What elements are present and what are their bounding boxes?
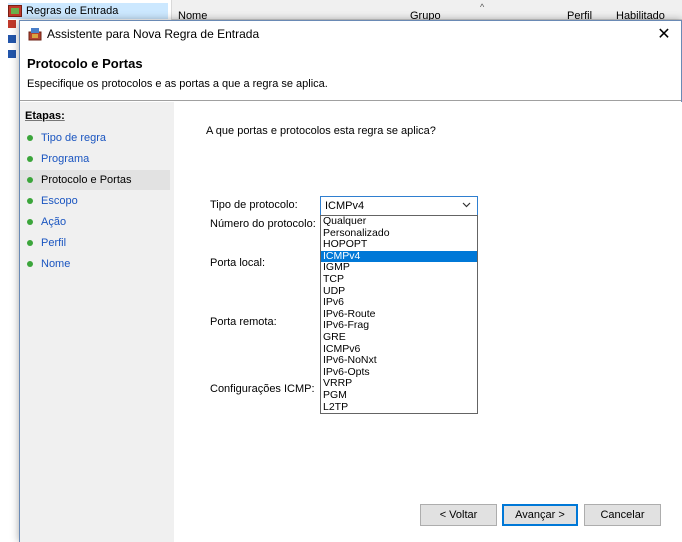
- protocol-option[interactable]: L2TP: [321, 401, 477, 414]
- step-name[interactable]: Nome: [20, 254, 170, 274]
- content-pane: A que portas e protocolos esta regra se …: [174, 102, 682, 542]
- protocol-option[interactable]: GRE: [321, 331, 477, 344]
- step-protocol-ports[interactable]: Protocolo e Portas: [20, 170, 170, 190]
- page-title: Protocolo e Portas: [27, 56, 143, 71]
- protocol-option[interactable]: IGMP: [321, 262, 477, 274]
- page-subtitle: Especifique os protocolos e as portas a …: [27, 78, 328, 90]
- step-label: Nome: [41, 258, 71, 270]
- firewall-rule-icon: [8, 5, 22, 17]
- protocol-dropdown-list[interactable]: Qualquer Personalizado HOPOPT ICMPv4 IGM…: [320, 215, 478, 414]
- page-header: Protocolo e Portas Especifique os protoc…: [20, 47, 681, 101]
- step-scope[interactable]: Escopo: [20, 191, 170, 211]
- step-profile[interactable]: Perfil: [20, 233, 170, 253]
- protocol-type-value: ICMPv4: [325, 200, 365, 212]
- protocol-option[interactable]: PGM: [321, 389, 477, 402]
- step-status-icon: [27, 240, 33, 246]
- firewall-wizard-icon: [28, 28, 42, 41]
- icmp-settings-label: Configurações ICMP:: [210, 383, 315, 395]
- step-label: Programa: [41, 153, 90, 165]
- close-button[interactable]: ✕: [647, 21, 681, 47]
- title-bar: Assistente para Nova Regra de Entrada ✕: [20, 21, 681, 47]
- protocol-option[interactable]: UDP: [321, 285, 477, 298]
- question-text: A que portas e protocolos esta regra se …: [206, 125, 436, 137]
- step-label: Ação: [41, 216, 67, 228]
- step-label: Perfil: [41, 237, 67, 249]
- cancel-button[interactable]: Cancelar: [584, 504, 661, 526]
- tree-side-icons: [8, 20, 18, 70]
- step-program[interactable]: Programa: [20, 149, 170, 169]
- step-rule-type[interactable]: Tipo de regra: [20, 128, 170, 148]
- protocol-number-label: Número do protocolo:: [210, 218, 316, 230]
- step-action[interactable]: Ação: [20, 212, 170, 232]
- protocol-option[interactable]: IPv6: [321, 297, 477, 309]
- step-label: Protocolo e Portas: [41, 174, 132, 186]
- step-label: Tipo de regra: [41, 132, 107, 144]
- step-status-icon: [27, 198, 33, 204]
- tree-item-label: Regras de Entrada: [26, 5, 119, 17]
- dialog-title: Assistente para Nova Regra de Entrada: [47, 27, 260, 41]
- step-label: Escopo: [41, 195, 78, 207]
- back-button[interactable]: < Voltar: [420, 504, 497, 526]
- remote-port-label: Porta remota:: [210, 316, 277, 328]
- step-status-icon: [27, 261, 33, 267]
- protocol-option[interactable]: Qualquer: [321, 215, 477, 228]
- steps-title: Etapas:: [25, 110, 65, 122]
- new-inbound-rule-wizard: Assistente para Nova Regra de Entrada ✕ …: [19, 20, 682, 542]
- protocol-option[interactable]: TCP: [321, 273, 477, 286]
- sort-arrow-icon: ^: [480, 2, 485, 12]
- protocol-type-label: Tipo de protocolo:: [210, 199, 298, 211]
- tree-item-inbound-rules[interactable]: Regras de Entrada: [8, 3, 168, 19]
- steps-pane: Etapas: Tipo de regra Programa Protocolo…: [20, 102, 174, 542]
- background-list-header: Nome Grupo ^ Perfil Habilitado: [172, 0, 682, 22]
- step-status-icon: [27, 219, 33, 225]
- protocol-option[interactable]: IPv6-NoNxt: [321, 355, 477, 367]
- next-button[interactable]: Avançar >: [502, 504, 578, 526]
- local-port-label: Porta local:: [210, 257, 266, 269]
- step-status-icon: [27, 135, 33, 141]
- protocol-type-select[interactable]: ICMPv4: [320, 196, 478, 216]
- step-status-icon: [27, 156, 33, 162]
- step-status-icon: [27, 177, 33, 183]
- chevron-down-icon: [462, 202, 471, 208]
